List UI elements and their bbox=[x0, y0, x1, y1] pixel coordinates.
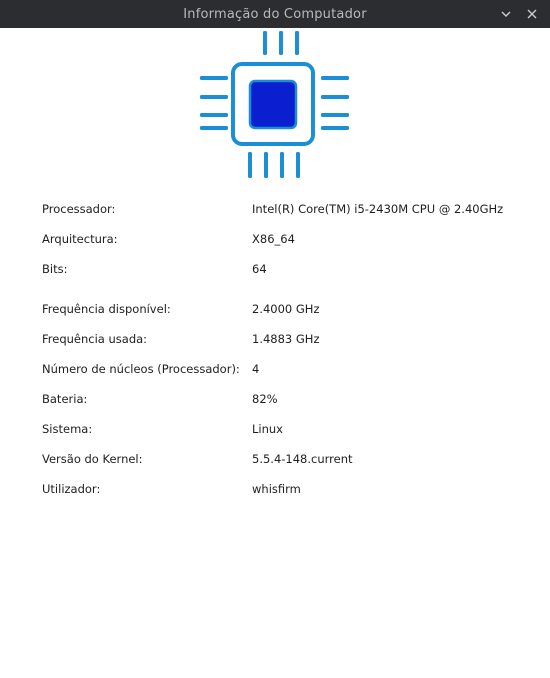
info-value: X86_64 bbox=[252, 232, 295, 246]
info-label: Frequência disponível: bbox=[42, 302, 171, 316]
info-value: 5.5.4-148.current bbox=[252, 452, 353, 466]
info-row-used-frequency: Frequência usada: 1.4883 GHz bbox=[42, 329, 522, 349]
info-value: 1.4883 GHz bbox=[252, 332, 320, 346]
app-window: Informação do Computador Processador: In… bbox=[0, 0, 550, 678]
info-row-processor: Processador: Intel(R) Core(TM) i5-2430M … bbox=[42, 199, 522, 219]
window-controls bbox=[498, 0, 540, 28]
info-row-available-frequency: Frequência disponível: 2.4000 GHz bbox=[42, 299, 522, 319]
info-label: Utilizador: bbox=[42, 482, 101, 496]
info-row-user: Utilizador: whisfirm bbox=[42, 479, 522, 499]
info-value: 82% bbox=[252, 392, 278, 406]
info-label: Versão do Kernel: bbox=[42, 452, 143, 466]
minimize-button[interactable] bbox=[498, 6, 514, 22]
info-row-battery: Bateria: 82% bbox=[42, 389, 522, 409]
info-value: Linux bbox=[252, 422, 283, 436]
info-label: Número de núcleos (Processador): bbox=[42, 362, 240, 376]
info-row-architecture: Arquitectura: X86_64 bbox=[42, 229, 522, 249]
title-bar: Informação do Computador bbox=[0, 0, 550, 28]
close-icon bbox=[527, 9, 537, 19]
info-label: Processador: bbox=[42, 202, 116, 216]
info-value: Intel(R) Core(TM) i5-2430M CPU @ 2.40GHz bbox=[252, 202, 504, 216]
minimize-icon bbox=[501, 11, 511, 17]
info-row-kernel-version: Versão do Kernel: 5.5.4-148.current bbox=[42, 449, 522, 469]
info-value: 2.4000 GHz bbox=[252, 302, 320, 316]
info-label: Arquitectura: bbox=[42, 232, 118, 246]
info-row-bits: Bits: 64 bbox=[42, 259, 522, 279]
info-row-system: Sistema: Linux bbox=[42, 419, 522, 439]
window-title: Informação do Computador bbox=[183, 6, 367, 22]
info-label: Bits: bbox=[42, 262, 68, 276]
info-label: Bateria: bbox=[42, 392, 88, 406]
close-button[interactable] bbox=[524, 6, 540, 22]
info-row-core-count: Número de núcleos (Processador): 4 bbox=[42, 359, 522, 379]
info-value: whisfirm bbox=[252, 482, 301, 496]
info-label: Frequência usada: bbox=[42, 332, 148, 346]
info-value: 4 bbox=[252, 362, 260, 376]
cpu-chip-icon bbox=[200, 31, 349, 178]
info-label: Sistema: bbox=[42, 422, 93, 436]
info-value: 64 bbox=[252, 262, 267, 276]
